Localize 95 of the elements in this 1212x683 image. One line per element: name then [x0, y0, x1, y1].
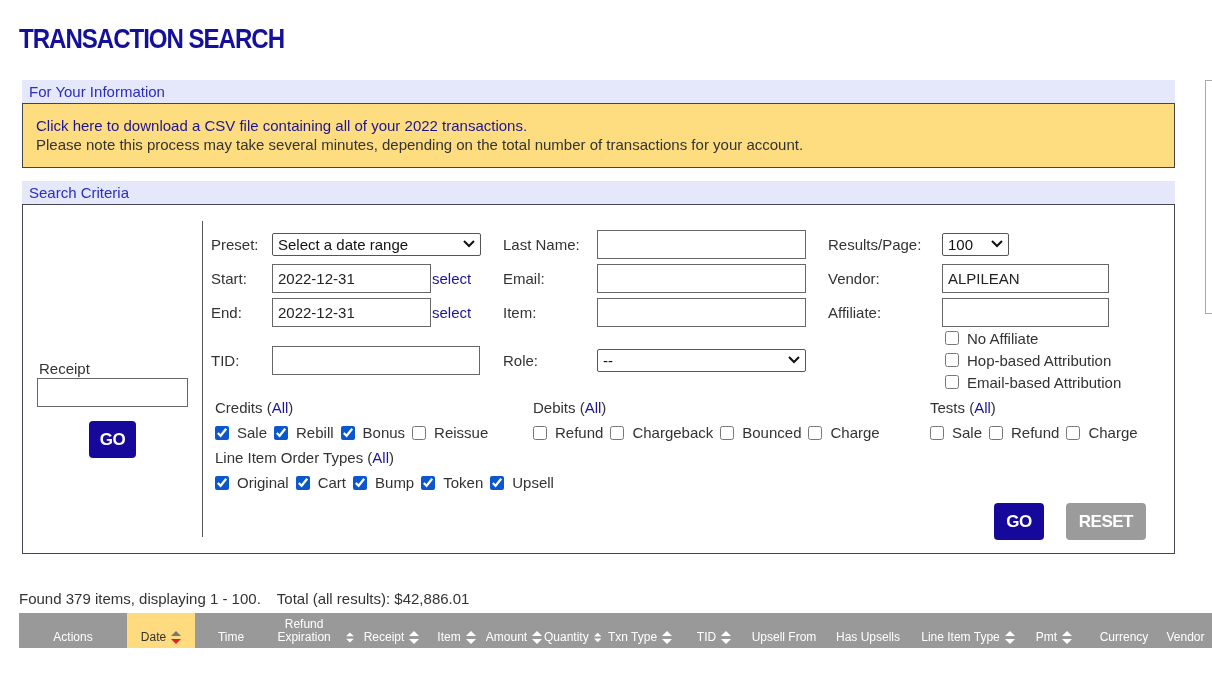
- sort-arrows-icon[interactable]: [346, 631, 354, 644]
- select-all-link[interactable]: All: [372, 449, 389, 466]
- checkbox[interactable]: [610, 425, 625, 440]
- checkbox-label: Charge: [830, 424, 880, 441]
- sort-arrows-icon[interactable]: [171, 631, 182, 644]
- checkbox[interactable]: [720, 425, 735, 440]
- results-total: Total (all results): $42,886.01: [276, 590, 470, 607]
- sort-arrows-icon[interactable]: [409, 631, 420, 644]
- checkbox-label: Bounced: [742, 424, 802, 441]
- checkbox-label: No Affiliate: [967, 329, 1039, 347]
- field-label: Start:: [211, 269, 248, 287]
- checkbox-label: Chargeback: [632, 424, 714, 441]
- section-header: For Your Information: [22, 80, 1175, 103]
- receipt-input[interactable]: [37, 378, 188, 407]
- checkbox[interactable]: [215, 475, 229, 490]
- field-label: Vendor:: [828, 269, 881, 287]
- field-label: Results/Page:: [828, 235, 923, 253]
- field-label: Last Name:: [503, 235, 581, 253]
- checkbox-label: Reissue: [434, 424, 489, 441]
- group-title: Credits (All): [215, 399, 295, 416]
- field-label: Email:: [503, 269, 546, 287]
- checkbox[interactable]: [808, 425, 823, 440]
- input-field[interactable]: 2022-12-31: [272, 263, 431, 293]
- input-field[interactable]: [597, 297, 806, 327]
- page-title: TRANSACTION SEARCH: [19, 22, 285, 56]
- dropdown[interactable]: Select a date range: [272, 232, 481, 256]
- field-label: TID:: [211, 351, 241, 369]
- group-title: Line Item Order Types (All): [215, 449, 395, 466]
- download-csv-link[interactable]: Click here to download a CSV file containing all of your 2022 transactions.: [36, 117, 528, 134]
- dropdown-caret-icon: [991, 240, 1003, 248]
- checkbox-label: Sale: [237, 424, 268, 441]
- checkbox-label: Bump: [375, 474, 415, 491]
- checkbox[interactable]: [1066, 425, 1081, 440]
- checkbox[interactable]: [490, 475, 505, 490]
- checkbox-label: Hop-based Attribution: [967, 351, 1112, 369]
- checkbox-label: Bonus: [362, 424, 406, 441]
- checkbox[interactable]: [989, 425, 1004, 440]
- field-label: Role:: [503, 351, 540, 369]
- group-title: Tests (All): [930, 399, 997, 416]
- input-field[interactable]: [942, 297, 1109, 327]
- checkbox-label: Charge: [1088, 424, 1138, 441]
- group-title: Debits (All): [533, 399, 608, 416]
- checkbox[interactable]: [945, 353, 959, 367]
- go-button[interactable]: GO: [994, 503, 1044, 540]
- dropdown[interactable]: --: [597, 348, 806, 372]
- checkbox-label: Refund: [1011, 424, 1060, 441]
- dropdown-caret-icon: [788, 356, 800, 364]
- checkbox-label: Email-based Attribution: [967, 373, 1122, 391]
- column-header[interactable]: Date: [127, 613, 195, 648]
- sort-arrows-icon[interactable]: [1004, 631, 1015, 644]
- sort-arrows-icon[interactable]: [721, 631, 732, 644]
- checkbox[interactable]: [945, 375, 959, 389]
- input-field[interactable]: [597, 263, 806, 293]
- select-all-link[interactable]: All: [974, 399, 991, 416]
- checkbox[interactable]: [295, 475, 310, 490]
- checkbox-label: Refund: [555, 424, 604, 441]
- select-link[interactable]: select: [432, 303, 472, 321]
- select-all-link[interactable]: All: [584, 399, 602, 416]
- checkbox-label: Sale: [952, 424, 983, 441]
- input-field[interactable]: [597, 229, 806, 259]
- checkbox-label: Rebill: [296, 424, 334, 441]
- checkbox-label: Upsell: [512, 474, 554, 491]
- field-label: End:: [211, 303, 243, 321]
- sort-arrows-icon[interactable]: [532, 631, 543, 644]
- field-label: Preset:: [211, 235, 260, 253]
- sort-arrows-icon[interactable]: [593, 631, 601, 644]
- input-field[interactable]: 2022-12-31: [272, 297, 431, 327]
- checkbox[interactable]: [274, 425, 289, 440]
- checkbox[interactable]: [421, 475, 436, 490]
- dropdown-caret-icon: [463, 240, 475, 248]
- results-count: Found 379 items, displaying 1 - 100.: [19, 590, 261, 607]
- checkbox[interactable]: [533, 425, 547, 440]
- checkbox-label: Cart: [317, 474, 347, 491]
- sort-arrows-icon[interactable]: [1062, 631, 1073, 644]
- checkbox[interactable]: [945, 331, 959, 345]
- checkbox-label: Token: [443, 474, 484, 491]
- checkbox[interactable]: [930, 425, 944, 440]
- select-link[interactable]: select: [432, 269, 472, 287]
- field-label: Item:: [503, 303, 538, 321]
- info-note: Please note this process may take several minutes, depending on the total number of transactions for your account.: [36, 135, 805, 154]
- checkbox-label: Original: [237, 474, 289, 491]
- select-all-link[interactable]: All: [271, 399, 289, 416]
- checkbox[interactable]: [340, 425, 355, 440]
- input-field[interactable]: [272, 345, 480, 375]
- sort-arrows-icon[interactable]: [465, 631, 476, 644]
- sort-arrows-icon[interactable]: [662, 631, 673, 644]
- receipt-go-button[interactable]: GO: [88, 421, 137, 458]
- checkbox[interactable]: [412, 425, 427, 440]
- input-field[interactable]: ALPILEAN: [942, 263, 1109, 293]
- dropdown[interactable]: 100: [942, 232, 1009, 256]
- checkbox[interactable]: [353, 475, 368, 490]
- checkbox[interactable]: [215, 425, 229, 440]
- field-label: Affiliate:: [828, 303, 883, 321]
- field-label: Receipt: [39, 360, 90, 377]
- section-header: Search Criteria: [22, 181, 1175, 204]
